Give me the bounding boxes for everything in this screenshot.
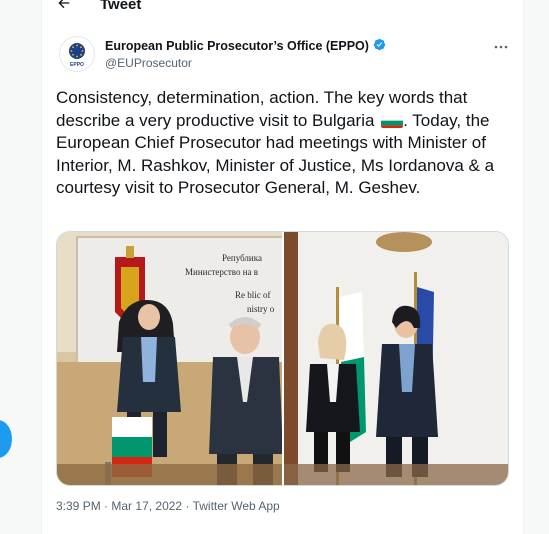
tweet-media: Република Министерство на в Re blic of n… [56, 231, 509, 486]
sign-line-4: nistry o [247, 304, 275, 314]
back-button[interactable] [50, 0, 78, 19]
photo-meeting-justice[interactable] [284, 232, 508, 485]
bulgaria-flag-icon [381, 114, 404, 128]
arrow-left-icon [56, 0, 72, 16]
author-name[interactable]: European Public Prosecutor’s Office (EPP… [105, 38, 386, 54]
side-action-button[interactable] [0, 420, 12, 458]
meta-separator: · [185, 499, 190, 513]
meta-separator: · [104, 499, 109, 513]
tweet-date[interactable]: Mar 17, 2022 [111, 499, 182, 513]
sign-line-1: Република [222, 253, 262, 263]
more-options-button[interactable] [489, 36, 513, 54]
top-bar: Tweet [42, 0, 523, 14]
page-title: Tweet [100, 0, 142, 13]
tweet-column: Tweet EPPO European Public Prosecutor’s … [41, 0, 524, 534]
avatar[interactable]: EPPO [59, 36, 95, 72]
author-display-name: European Public Prosecutor’s Office (EPP… [105, 39, 369, 53]
avatar-text: EPPO [70, 62, 84, 68]
tweet-meta: 3:39 PM · Mar 17, 2022 · Twitter Web App [56, 499, 280, 513]
author-handle[interactable]: @EUProsecutor [105, 56, 192, 70]
tweet-time[interactable]: 3:39 PM [56, 499, 101, 513]
photo-meeting-ministry[interactable]: Република Министерство на в Re blic of n… [57, 232, 282, 485]
eppo-logo-icon: EPPO [69, 43, 85, 68]
tweet-source: Twitter Web App [192, 499, 280, 513]
sign-line-2: Министерство на в [185, 267, 258, 277]
tweet-text: Consistency, determination, action. The … [56, 87, 496, 200]
verified-badge-icon [373, 38, 386, 54]
more-icon [494, 36, 508, 54]
sign-line-3: Re blic of [235, 290, 271, 300]
